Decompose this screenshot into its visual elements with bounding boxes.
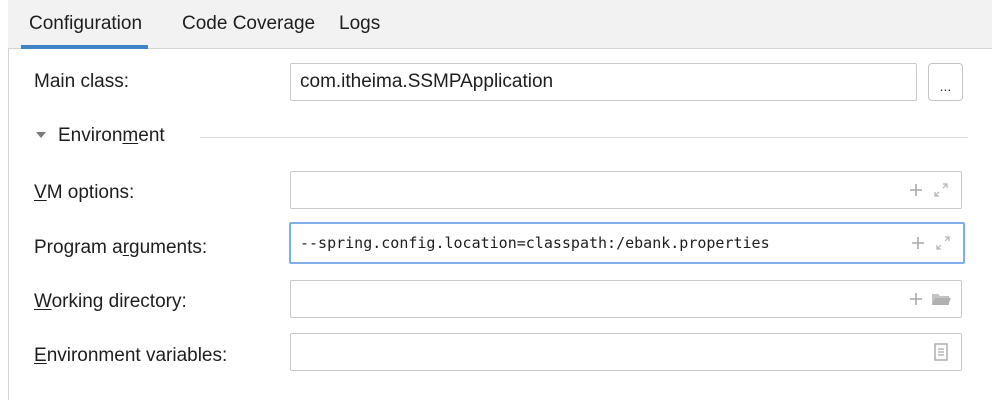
- vm-options-label: VM options:: [34, 182, 135, 203]
- browse-button-label: ...: [939, 78, 952, 94]
- program-arguments-label: Program arguments:: [34, 237, 208, 258]
- chevron-down-icon: [36, 132, 46, 138]
- folder-icon[interactable]: [931, 291, 951, 307]
- environment-variables-label: Environment variables:: [34, 345, 228, 366]
- tab-bar: Configuration Code Coverage Logs: [8, 0, 992, 49]
- environment-section-toggle[interactable]: Environment: [36, 124, 165, 148]
- program-arguments-value: --spring.config.location=classpath:/eban…: [300, 234, 770, 252]
- plus-icon[interactable]: [909, 292, 923, 306]
- browse-button[interactable]: ...: [928, 63, 963, 101]
- panel-left-border: [8, 49, 9, 400]
- environment-header-label: Environment: [58, 125, 165, 146]
- tab-logs[interactable]: Logs: [339, 0, 380, 48]
- program-arguments-field[interactable]: --spring.config.location=classpath:/eban…: [289, 222, 965, 264]
- working-directory-field[interactable]: [290, 280, 962, 318]
- vm-options-field[interactable]: [290, 171, 962, 209]
- working-directory-label: Working directory:: [34, 291, 187, 312]
- tab-code-coverage[interactable]: Code Coverage: [182, 0, 315, 48]
- tab-configuration[interactable]: Configuration: [20, 0, 149, 49]
- document-icon[interactable]: [934, 343, 948, 361]
- section-divider: [200, 137, 968, 138]
- main-class-field[interactable]: com.itheima.SSMPApplication: [290, 63, 917, 101]
- plus-icon[interactable]: [911, 236, 925, 250]
- main-class-label: Main class:: [34, 71, 130, 92]
- expand-icon[interactable]: [935, 235, 951, 251]
- plus-icon[interactable]: [909, 183, 923, 197]
- environment-variables-field[interactable]: [290, 333, 962, 371]
- expand-icon[interactable]: [933, 182, 949, 198]
